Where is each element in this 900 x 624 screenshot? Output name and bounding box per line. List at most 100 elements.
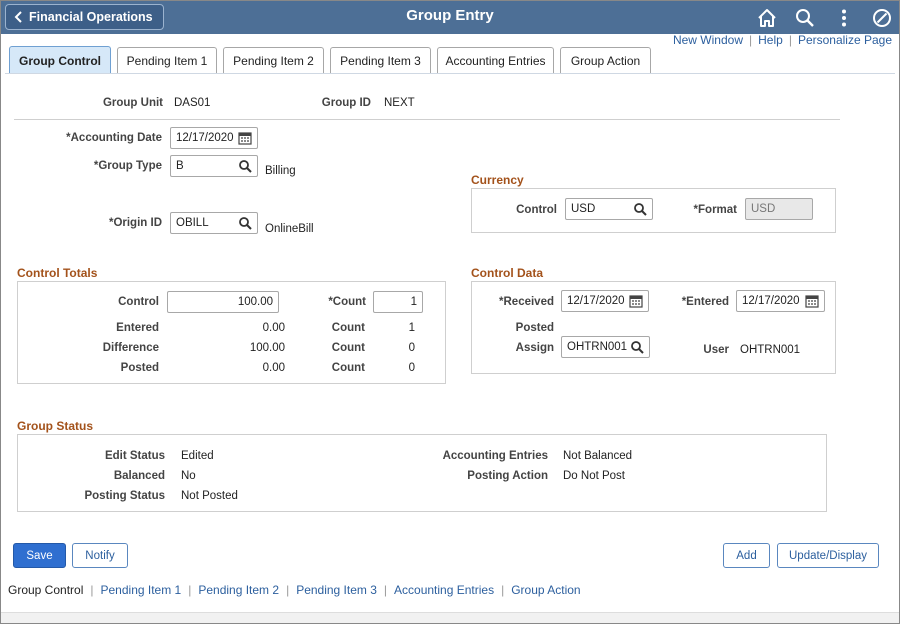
- difference-amount: 100.00: [249, 342, 285, 354]
- difference-count: 0: [408, 342, 415, 354]
- tab-pending-item-2[interactable]: Pending Item 2: [223, 47, 324, 74]
- lookup-icon[interactable]: [238, 216, 252, 230]
- currency-format-field: USD: [745, 198, 813, 220]
- user-label: User: [703, 344, 729, 356]
- currency-control-label: Control: [516, 204, 557, 216]
- group-id-value: NEXT: [384, 97, 415, 109]
- assign-label: Assign: [515, 342, 554, 354]
- balanced-label: Balanced: [113, 470, 165, 482]
- calendar-icon[interactable]: [805, 294, 819, 308]
- posting-status-label: Posting Status: [84, 490, 165, 502]
- difference-count-label: Count: [331, 342, 365, 354]
- posted-label: Posted: [120, 362, 159, 374]
- group-type-label: *Group Type: [93, 160, 162, 172]
- navbar-icon[interactable]: [871, 7, 893, 29]
- add-button[interactable]: Add: [723, 543, 770, 568]
- control-totals-title: Control Totals: [17, 266, 98, 280]
- control-count-label: *Count: [328, 296, 366, 308]
- posted-count: 0: [408, 362, 415, 374]
- link-separator: |: [749, 33, 753, 47]
- tab-accounting-entries[interactable]: Accounting Entries: [437, 47, 554, 74]
- personalize-page-link[interactable]: Personalize Page: [798, 33, 892, 47]
- origin-id-description: OnlineBill: [265, 223, 314, 235]
- control-count-field[interactable]: 1: [373, 291, 423, 313]
- assign-value: OHTRN001: [567, 341, 628, 353]
- control-amount-value: 100.00: [237, 296, 273, 308]
- group-type-description: Billing: [265, 165, 296, 177]
- bottom-page-links: Group Control | Pending Item 1 | Pending I…: [8, 583, 581, 597]
- received-label: *Received: [499, 296, 554, 308]
- entered-date-label: *Entered: [681, 296, 729, 308]
- search-icon[interactable]: [794, 7, 816, 29]
- save-button[interactable]: Save: [13, 543, 66, 568]
- group-unit-label: Group Unit: [102, 97, 163, 109]
- currency-format-value: USD: [751, 203, 776, 215]
- bottom-link-pending-item-3[interactable]: Pending Item 3: [296, 583, 377, 597]
- posting-action-value: Do Not Post: [563, 470, 625, 482]
- difference-label: Difference: [102, 342, 159, 354]
- link-separator: |: [286, 583, 290, 597]
- accounting-date-field[interactable]: 12/17/2020: [170, 127, 258, 149]
- horizontal-scrollbar[interactable]: [1, 612, 899, 623]
- divider: [14, 119, 840, 120]
- control-count-value: 1: [410, 296, 417, 308]
- entered-label: Entered: [116, 322, 159, 334]
- currency-control-value: USD: [571, 203, 596, 215]
- bottom-link-pending-item-2[interactable]: Pending Item 2: [198, 583, 279, 597]
- assign-field[interactable]: OHTRN001: [561, 336, 650, 358]
- origin-id-field[interactable]: OBILL: [170, 212, 258, 234]
- currency-section-title: Currency: [471, 173, 524, 187]
- control-amount-field[interactable]: 100.00: [167, 291, 279, 313]
- group-unit-value: DAS01: [174, 97, 211, 109]
- received-date-field[interactable]: 12/17/2020: [561, 290, 649, 312]
- group-status-title: Group Status: [17, 419, 94, 433]
- calendar-icon[interactable]: [238, 131, 252, 145]
- lookup-icon[interactable]: [630, 340, 644, 354]
- posting-status-value: Not Posted: [181, 490, 238, 502]
- origin-id-value: OBILL: [176, 217, 209, 229]
- notify-button[interactable]: Notify: [72, 543, 128, 568]
- control-data-title: Control Data: [471, 266, 543, 280]
- received-date-value: 12/17/2020: [567, 295, 625, 307]
- balanced-value: No: [181, 470, 196, 482]
- posted-amount: 0.00: [262, 362, 285, 374]
- entered-date-value: 12/17/2020: [742, 295, 800, 307]
- posting-action-label: Posting Action: [467, 470, 548, 482]
- tab-group-control[interactable]: Group Control: [9, 46, 111, 74]
- new-window-link[interactable]: New Window: [673, 33, 743, 47]
- update-display-button[interactable]: Update/Display: [777, 543, 879, 568]
- group-type-value: B: [176, 160, 184, 172]
- edit-status-label: Edit Status: [104, 450, 165, 462]
- accounting-entries-value: Not Balanced: [563, 450, 633, 462]
- bottom-link-accounting-entries[interactable]: Accounting Entries: [394, 583, 494, 597]
- link-separator: |: [788, 33, 792, 47]
- tab-pending-item-3[interactable]: Pending Item 3: [330, 47, 431, 74]
- tab-divider: [5, 73, 895, 74]
- edit-status-value: Edited: [181, 450, 214, 462]
- entered-count-label: Count: [331, 322, 365, 334]
- entered-amount: 0.00: [262, 322, 285, 334]
- bottom-link-group-action[interactable]: Group Action: [511, 583, 580, 597]
- posted-count-label: Count: [331, 362, 365, 374]
- link-separator: |: [501, 583, 505, 597]
- help-link[interactable]: Help: [758, 33, 783, 47]
- lookup-icon[interactable]: [238, 159, 252, 173]
- link-separator: |: [90, 583, 94, 597]
- tab-group-action[interactable]: Group Action: [560, 47, 651, 74]
- calendar-icon[interactable]: [629, 294, 643, 308]
- actions-menu-icon[interactable]: [833, 7, 855, 29]
- entered-date-field[interactable]: 12/17/2020: [736, 290, 825, 312]
- group-type-field[interactable]: B: [170, 155, 258, 177]
- origin-id-label: *Origin ID: [108, 217, 162, 229]
- bottom-link-group-control: Group Control: [8, 583, 84, 597]
- home-icon[interactable]: [756, 7, 778, 29]
- group-id-label: Group ID: [321, 97, 371, 109]
- bottom-link-pending-item-1[interactable]: Pending Item 1: [101, 583, 182, 597]
- currency-control-field[interactable]: USD: [565, 198, 653, 220]
- page-links: New Window | Help | Personalize Page: [673, 33, 892, 47]
- tab-pending-item-1[interactable]: Pending Item 1: [117, 47, 217, 74]
- posted-date-label: Posted: [515, 322, 554, 334]
- accounting-entries-label: Accounting Entries: [442, 450, 548, 462]
- currency-format-label: *Format: [693, 204, 737, 216]
- lookup-icon[interactable]: [633, 202, 647, 216]
